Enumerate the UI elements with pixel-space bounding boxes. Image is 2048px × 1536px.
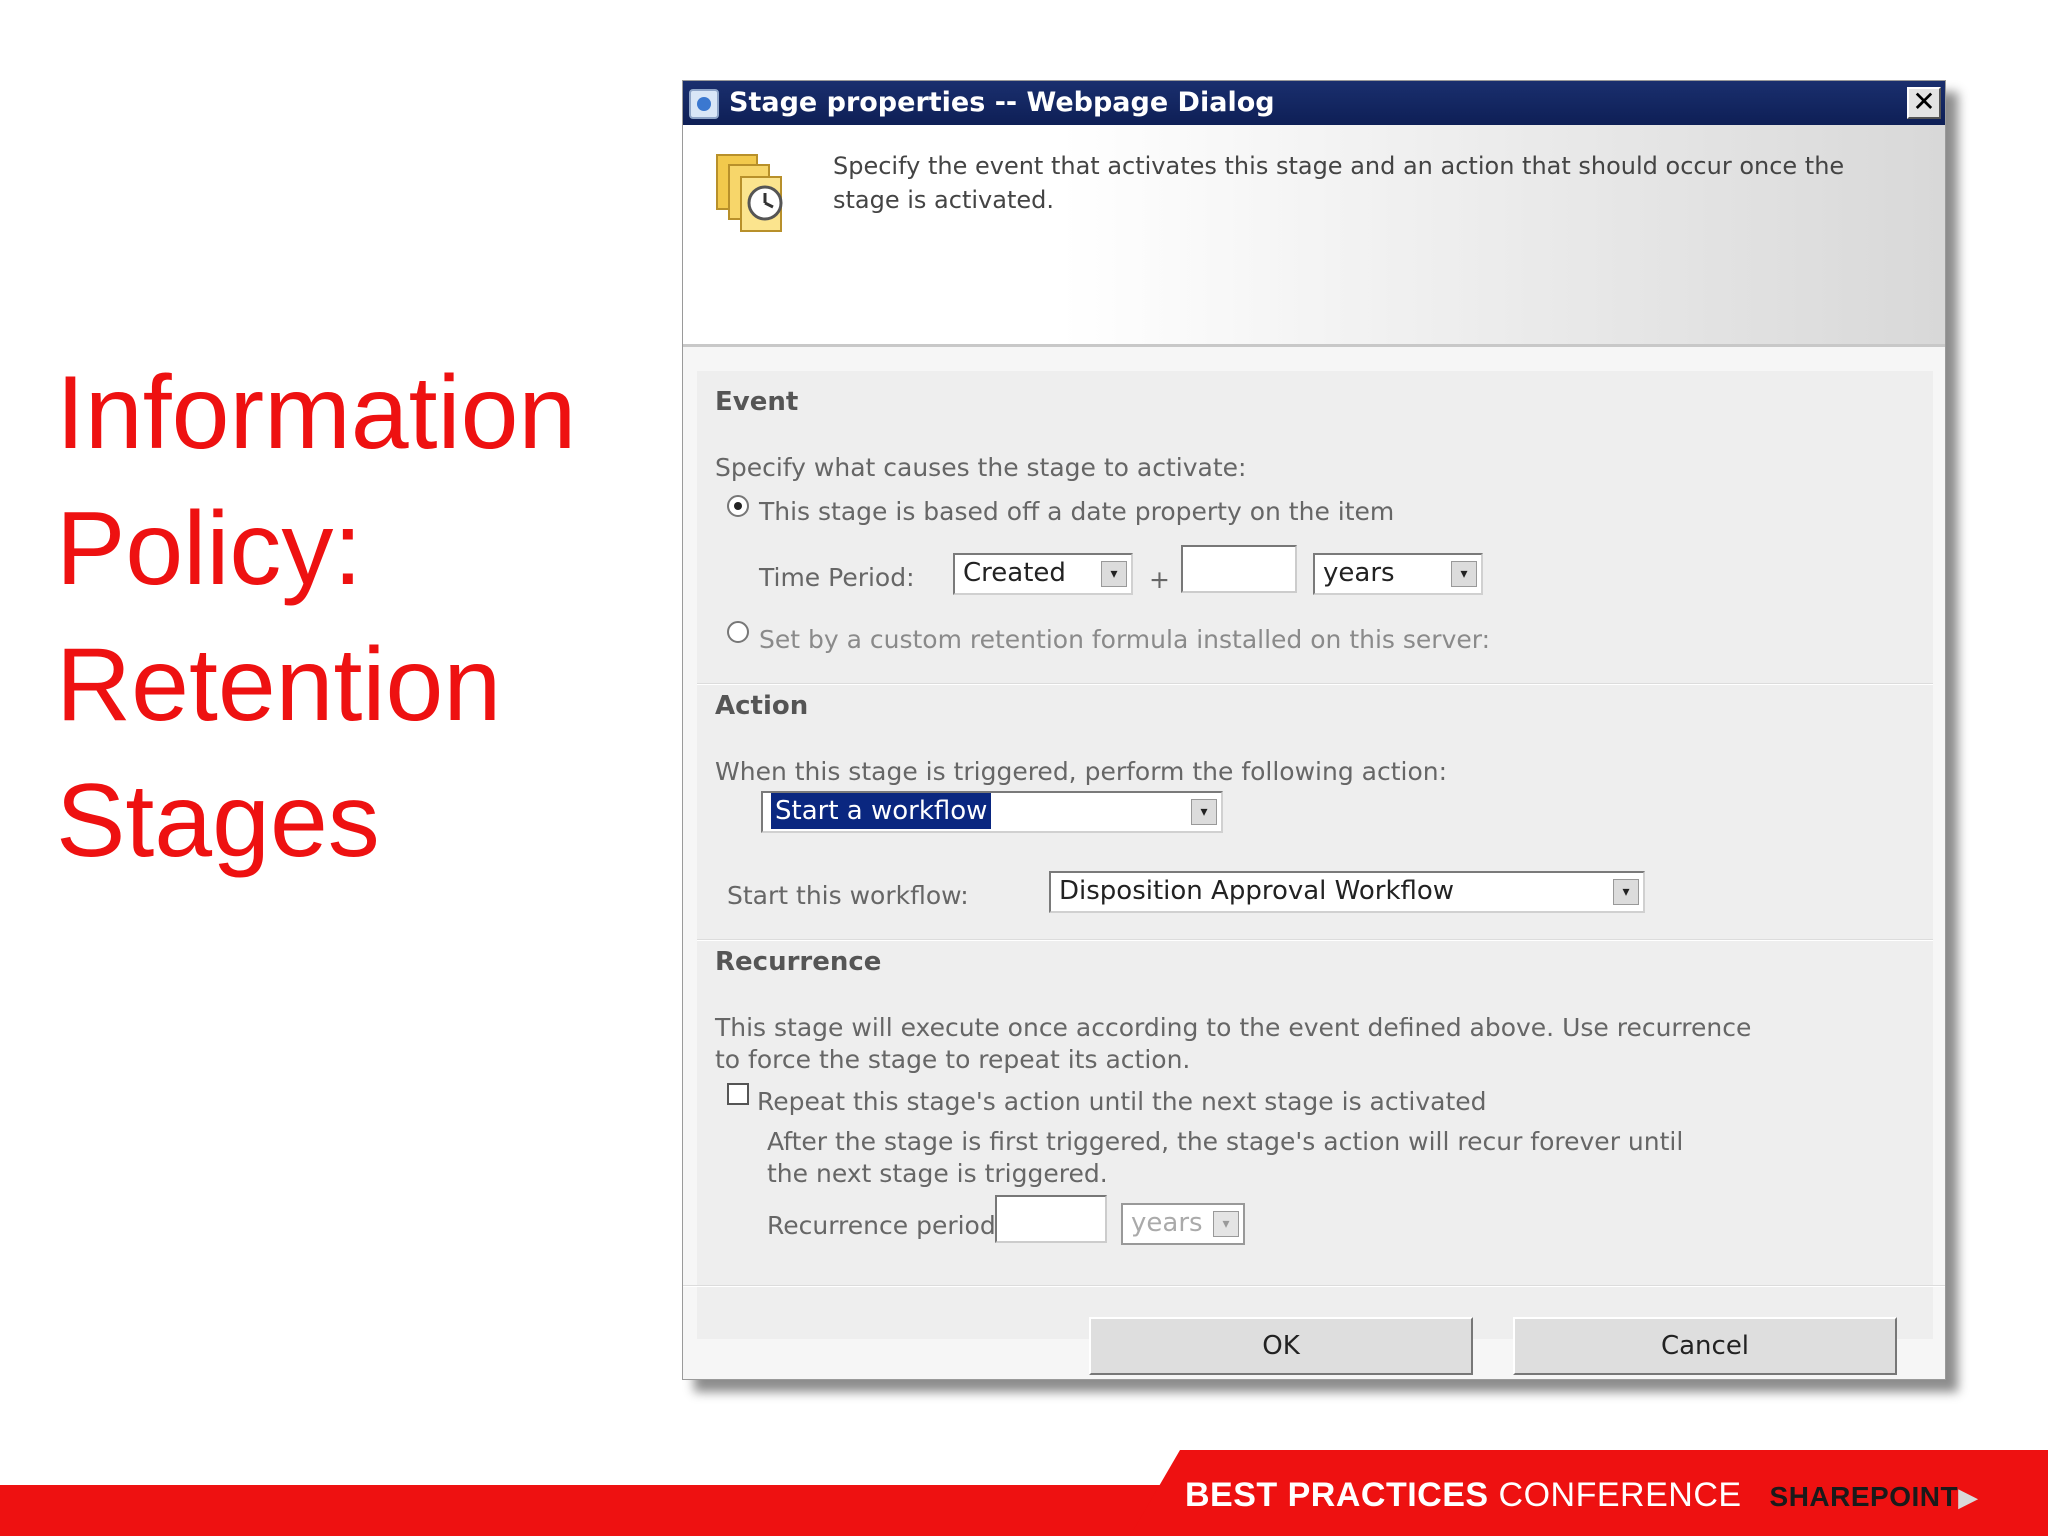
- action-select-value: Start a workflow: [771, 793, 992, 829]
- recurrence-unit-select[interactable]: years ▾: [1121, 1203, 1245, 1245]
- dropdown-arrow-icon: ▾: [1191, 799, 1217, 825]
- conference-text: CONFERENCE: [1498, 1476, 1742, 1514]
- time-period-label: Time Period:: [759, 563, 915, 592]
- time-period-number-input[interactable]: [1181, 545, 1297, 593]
- action-heading: Action: [715, 691, 809, 721]
- date-property-radio[interactable]: [727, 495, 749, 517]
- workflow-label: Start this workflow:: [727, 881, 969, 910]
- dialog-titlebar[interactable]: Stage properties -- Webpage Dialog ✕: [683, 81, 1945, 125]
- section-divider: [697, 683, 1933, 685]
- event-heading: Event: [715, 387, 799, 417]
- stage-properties-dialog: Stage properties -- Webpage Dialog ✕ Spe…: [682, 80, 1946, 1380]
- date-property-label: This stage is based off a date property …: [759, 497, 1395, 526]
- event-instruction: Specify what causes the stage to activat…: [715, 453, 1247, 482]
- section-divider: [697, 939, 1933, 941]
- time-period-unit-select[interactable]: years ▾: [1313, 553, 1483, 595]
- dialog-description: Specify the event that activates this st…: [833, 152, 1845, 214]
- close-button[interactable]: ✕: [1907, 87, 1941, 119]
- repeat-action-label: Repeat this stage's action until the nex…: [757, 1087, 1487, 1116]
- slide-title-line: Information: [56, 355, 577, 471]
- recurrence-period-input[interactable]: [995, 1195, 1107, 1243]
- recurrence-note: the next stage is triggered.: [767, 1159, 1108, 1188]
- dropdown-arrow-icon: ▾: [1213, 1211, 1239, 1237]
- recurrence-description: to force the stage to repeat its action.: [715, 1045, 1191, 1074]
- play-arrow-icon: ▶: [1958, 1482, 1979, 1512]
- slide-title-line: Retention: [56, 627, 502, 743]
- dialog-body: Event Specify what causes the stage to a…: [697, 371, 1933, 1339]
- custom-formula-radio[interactable]: [727, 621, 749, 643]
- dialog-header: Specify the event that activates this st…: [683, 125, 1945, 347]
- custom-formula-label: Set by a custom retention formula instal…: [759, 625, 1491, 654]
- footer-divider: [683, 1285, 1945, 1287]
- time-period-property-value: Created: [963, 558, 1066, 588]
- slide-title-line: Stages: [56, 763, 380, 879]
- cancel-button[interactable]: Cancel: [1513, 1317, 1897, 1375]
- dropdown-arrow-icon: ▾: [1451, 561, 1477, 587]
- recurrence-period-label: Recurrence period:: [767, 1211, 1005, 1240]
- dropdown-arrow-icon: ▾: [1101, 561, 1127, 587]
- dropdown-arrow-icon: ▾: [1613, 879, 1639, 905]
- best-practices-text: BEST PRACTICES: [1185, 1476, 1489, 1514]
- action-select[interactable]: Start a workflow ▾: [761, 791, 1223, 833]
- recurrence-unit-value: years: [1131, 1208, 1203, 1238]
- recurrence-heading: Recurrence: [715, 947, 882, 977]
- conference-banner: BEST PRACTICES CONFERENCE SHAREPOINT▶: [1185, 1476, 1979, 1515]
- time-period-unit-value: years: [1323, 558, 1395, 588]
- workflow-select-value: Disposition Approval Workflow: [1059, 876, 1455, 906]
- ie-window-icon: [689, 89, 719, 119]
- plus-sign: +: [1149, 565, 1170, 594]
- recurrence-note: After the stage is first triggered, the …: [767, 1127, 1684, 1156]
- policy-clock-icon: [716, 154, 783, 232]
- repeat-action-checkbox[interactable]: [727, 1083, 749, 1105]
- action-instruction: When this stage is triggered, perform th…: [715, 757, 1448, 786]
- ok-button[interactable]: OK: [1089, 1317, 1473, 1375]
- workflow-select[interactable]: Disposition Approval Workflow ▾: [1049, 871, 1645, 913]
- slide-title: Information Policy: Retention Stages: [56, 345, 656, 889]
- sharepoint-logo: SHAREPOINT: [1769, 1481, 1959, 1512]
- dialog-title: Stage properties -- Webpage Dialog: [729, 87, 1275, 118]
- time-period-property-select[interactable]: Created ▾: [953, 553, 1133, 595]
- recurrence-description: This stage will execute once according t…: [715, 1013, 1752, 1042]
- slide-title-line: Policy:: [56, 491, 363, 607]
